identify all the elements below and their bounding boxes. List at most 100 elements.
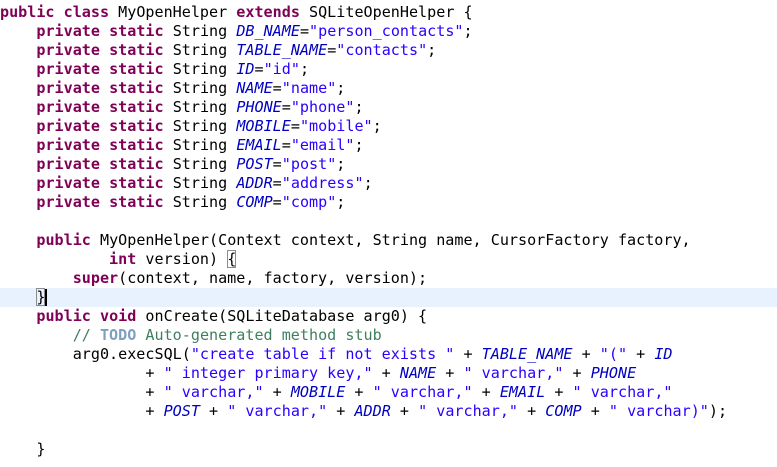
code-line[interactable]: // TODO Auto-generated method stub	[0, 326, 777, 345]
keyword-token: private	[36, 155, 100, 173]
code-text-token: String	[163, 41, 237, 59]
code-line[interactable]: private static String EMAIL="email";	[0, 136, 777, 155]
code-text-token: version)	[136, 250, 228, 268]
code-line[interactable]: public void onCreate(SQLiteDatabase arg0…	[0, 307, 777, 326]
code-text-token: +	[563, 364, 591, 382]
code-text-token: =	[272, 193, 282, 211]
code-line[interactable]: + " integer primary key," + NAME + " var…	[0, 364, 777, 383]
static-field-token: POST	[236, 155, 273, 173]
code-text-token: String	[163, 22, 237, 40]
java-code-editor[interactable]: public class MyOpenHelper extends SQLite…	[0, 0, 777, 467]
code-text-token: +	[518, 402, 546, 420]
code-line[interactable]: private static String COMP="comp";	[0, 193, 777, 212]
code-line[interactable]: private static String POST="post";	[0, 155, 777, 174]
code-line[interactable]: private static String DB_NAME="person_co…	[0, 22, 777, 41]
keyword-token: void	[99, 307, 137, 325]
string-literal-token: " varchar)"	[608, 402, 709, 420]
code-line[interactable]: private static String ID="id";	[0, 60, 777, 79]
code-line[interactable]: + POST + " varchar," + ADDR + " varchar,…	[0, 402, 777, 421]
comment-token: //	[72, 326, 100, 344]
static-field-token: ID	[654, 345, 673, 363]
code-text-token: ;	[336, 79, 346, 97]
code-line[interactable]: public class MyOpenHelper extends SQLite…	[0, 3, 777, 22]
code-text-token: +	[545, 383, 573, 401]
code-line[interactable]: + " varchar," + MOBILE + " varchar," + E…	[0, 383, 777, 402]
keyword-token: static	[109, 41, 164, 59]
static-field-token: COMP	[545, 402, 582, 420]
code-text-token: (context, name, factory, version);	[118, 269, 428, 287]
code-text-token: =	[272, 174, 282, 192]
comment-token: Auto-generated method stub	[136, 326, 382, 344]
code-text-token: onCreate(SQLiteDatabase arg0) {	[136, 307, 428, 325]
code-text-token: String	[163, 155, 237, 173]
string-literal-token: "contacts"	[336, 41, 428, 59]
matching-bracket-token: }	[36, 288, 46, 306]
code-text-token: ;	[336, 193, 346, 211]
code-line[interactable]: private static String TABLE_NAME="contac…	[0, 41, 777, 60]
keyword-token: private	[36, 117, 100, 135]
keyword-token: public	[36, 307, 91, 325]
keyword-token: static	[109, 193, 164, 211]
code-text-token: +	[436, 364, 464, 382]
string-literal-token: "create table if not exists "	[190, 345, 455, 363]
string-literal-token: "person_contacts"	[309, 22, 464, 40]
code-line[interactable]: private static String PHONE="phone";	[0, 98, 777, 117]
code-line[interactable]: private static String NAME="name";	[0, 79, 777, 98]
keyword-token: public	[0, 3, 55, 21]
code-text-token: +	[345, 383, 373, 401]
static-field-token: MOBILE	[236, 117, 291, 135]
code-text-token: =	[290, 117, 300, 135]
static-field-token: COMP	[236, 193, 273, 211]
matching-bracket-token: {	[227, 250, 237, 268]
code-line[interactable]: arg0.execSQL("create table if not exists…	[0, 345, 777, 364]
code-text-token: String	[163, 79, 237, 97]
keyword-token: private	[36, 22, 100, 40]
static-field-token: ADDR	[236, 174, 273, 192]
code-line[interactable]: }	[0, 440, 777, 459]
code-text-token: String	[163, 174, 237, 192]
keyword-token: public	[36, 231, 91, 249]
code-text-token: String	[163, 193, 237, 211]
code-text-token: String	[163, 117, 237, 135]
code-text-token: String	[163, 60, 237, 78]
code-line[interactable]	[0, 212, 777, 231]
code-line[interactable]: private static String MOBILE="mobile";	[0, 117, 777, 136]
static-field-token: MOBILE	[290, 383, 346, 401]
static-field-token: PHONE	[236, 98, 282, 116]
current-code-line[interactable]: }	[0, 288, 777, 307]
static-field-token: TABLE_NAME	[481, 345, 573, 363]
keyword-token: static	[109, 117, 164, 135]
code-text-token: ;	[354, 98, 364, 116]
code-line[interactable]: public MyOpenHelper(Context context, Str…	[0, 231, 777, 250]
string-literal-token: " varchar,"	[572, 383, 673, 401]
string-literal-token: "address"	[281, 174, 364, 192]
string-literal-token: "email"	[290, 136, 355, 154]
code-line[interactable]: private static String ADDR="address";	[0, 174, 777, 193]
code-line[interactable]	[0, 421, 777, 440]
code-line[interactable]: super(context, name, factory, version);	[0, 269, 777, 288]
code-text-token: }	[0, 440, 46, 458]
static-field-token: TABLE_NAME	[236, 41, 328, 59]
code-text-token: +	[0, 402, 164, 420]
string-literal-token: " varchar,"	[372, 383, 473, 401]
code-text-token: String	[163, 98, 237, 116]
code-line[interactable]: int version) {	[0, 250, 777, 269]
